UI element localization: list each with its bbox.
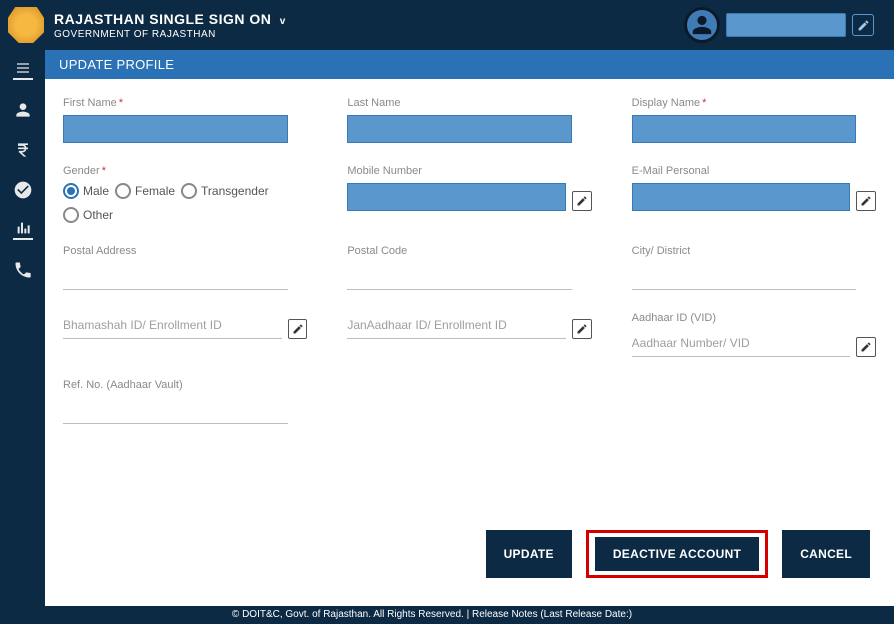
display-name-input[interactable] — [632, 115, 857, 143]
gender-female-label: Female — [135, 184, 175, 198]
gender-transgender-radio[interactable]: Transgender — [181, 183, 269, 199]
pencil-icon — [860, 341, 872, 353]
avatar[interactable] — [684, 7, 720, 43]
city-input[interactable] — [632, 263, 857, 290]
main-panel: UPDATE PROFILE First Name* Last Name Dis… — [45, 50, 894, 606]
bar-chart-icon[interactable] — [13, 220, 33, 240]
footer: © DOIT&C, Govt. of Rajasthan. All Rights… — [0, 606, 894, 624]
janaadhaar-edit-button[interactable] — [572, 319, 592, 339]
form-area: First Name* Last Name Display Name* Gend… — [45, 79, 894, 512]
janaadhaar-input[interactable] — [347, 312, 566, 339]
chevron-down-icon[interactable]: v — [280, 16, 286, 27]
user-icon — [691, 14, 713, 36]
email-input[interactable] — [632, 183, 851, 211]
title-block: RAJASTHAN SINGLE SIGN ON v GOVERNMENT OF… — [54, 11, 684, 40]
last-name-input[interactable] — [347, 115, 572, 143]
gender-other-radio[interactable]: Other — [63, 207, 113, 223]
deactive-highlight: DEACTIVE ACCOUNT — [586, 530, 768, 578]
app-subtitle: GOVERNMENT OF RAJASTHAN — [54, 29, 684, 40]
user-widget — [684, 7, 874, 43]
sidebar — [0, 50, 45, 606]
first-name-label: First Name* — [63, 97, 307, 109]
last-name-label: Last Name — [347, 97, 591, 109]
aadhaar-vid-label: Aadhaar ID (VID) — [632, 312, 876, 324]
postal-code-input[interactable] — [347, 263, 572, 290]
gender-other-label: Other — [83, 208, 113, 222]
postal-address-label: Postal Address — [63, 245, 307, 257]
username-field[interactable] — [726, 13, 846, 37]
gender-male-label: Male — [83, 184, 109, 198]
email-label: E-Mail Personal — [632, 165, 876, 177]
shell: UPDATE PROFILE First Name* Last Name Dis… — [0, 50, 894, 606]
state-emblem-logo — [8, 7, 44, 43]
pencil-icon — [576, 323, 588, 335]
bhamashah-edit-button[interactable] — [288, 319, 308, 339]
user-edit-button[interactable] — [852, 14, 874, 36]
ref-no-label: Ref. No. (Aadhaar Vault) — [63, 379, 307, 391]
postal-address-input[interactable] — [63, 263, 288, 290]
cancel-button[interactable]: CANCEL — [782, 530, 870, 578]
app-title-text: RAJASTHAN SINGLE SIGN ON — [54, 11, 271, 27]
pencil-icon — [857, 19, 870, 32]
button-row: UPDATE DEACTIVE ACCOUNT CANCEL — [45, 512, 894, 606]
pencil-icon — [860, 195, 872, 207]
app-title: RAJASTHAN SINGLE SIGN ON v — [54, 11, 684, 27]
aadhaar-input[interactable] — [632, 330, 851, 357]
display-name-label: Display Name* — [632, 97, 876, 109]
gender-male-radio[interactable]: Male — [63, 183, 109, 199]
phone-icon[interactable] — [13, 260, 33, 280]
mobile-edit-button[interactable] — [572, 191, 592, 211]
check-circle-icon[interactable] — [13, 180, 33, 200]
postal-code-label: Postal Code — [347, 245, 591, 257]
aadhaar-edit-button[interactable] — [856, 337, 876, 357]
bhamashah-input[interactable] — [63, 312, 282, 339]
ref-no-input[interactable] — [63, 397, 288, 424]
city-label: City/ District — [632, 245, 876, 257]
user-icon[interactable] — [13, 100, 33, 120]
top-bar: RAJASTHAN SINGLE SIGN ON v GOVERNMENT OF… — [0, 0, 894, 50]
mobile-label: Mobile Number — [347, 165, 591, 177]
rupee-icon[interactable] — [13, 140, 33, 160]
email-edit-button[interactable] — [856, 191, 876, 211]
mobile-input[interactable] — [347, 183, 566, 211]
pencil-icon — [292, 323, 304, 335]
gender-radio-group: Male Female Transgender Other — [63, 183, 307, 223]
deactive-account-button[interactable]: DEACTIVE ACCOUNT — [595, 537, 759, 571]
gender-female-radio[interactable]: Female — [115, 183, 175, 199]
panel-header: UPDATE PROFILE — [45, 50, 894, 79]
list-icon[interactable] — [13, 60, 33, 80]
pencil-icon — [576, 195, 588, 207]
gender-transgender-label: Transgender — [201, 184, 269, 198]
update-button[interactable]: UPDATE — [486, 530, 572, 578]
gender-label: Gender* — [63, 165, 307, 177]
first-name-input[interactable] — [63, 115, 288, 143]
